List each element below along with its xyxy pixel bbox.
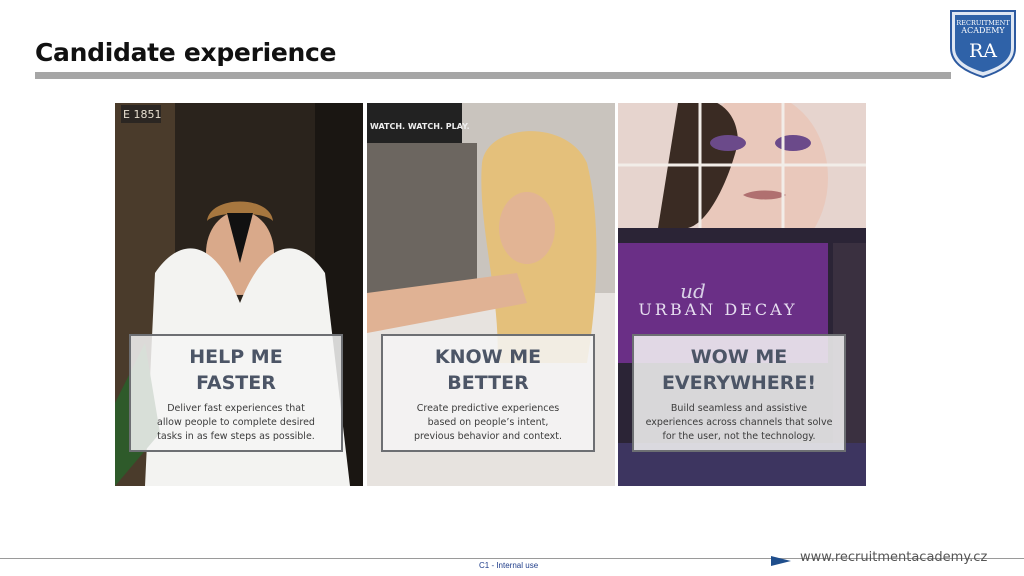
caption-box-know: KNOW ME BETTER Create predictive experie… <box>381 334 595 452</box>
arrow-right-icon <box>771 556 791 566</box>
panel-wow-me-everywhere: ud URBAN DECAY WOW ME EVERYWHERE! Build … <box>618 103 866 486</box>
panel-strip: E 1851 HELP ME FASTER Deliver fast exper… <box>115 103 866 486</box>
logo-monogram: RA <box>969 40 997 62</box>
caption-body: Build seamless and assistive experiences… <box>645 403 833 442</box>
caption-body: Deliver fast experiences that allow peop… <box>157 403 315 442</box>
website-url: www.recruitmentacademy.cz <box>800 550 988 565</box>
brand-sign: URBAN DECAY <box>638 300 797 319</box>
caption-heading: HELP ME FASTER <box>189 346 283 394</box>
page-title: Candidate experience <box>35 38 337 67</box>
recruitment-academy-logo: RECRUITMENT ACADEMY RA <box>950 10 1016 78</box>
caption-body: Create predictive experiences based on p… <box>413 403 563 442</box>
sign-watch-play: WATCH. WATCH. PLAY. <box>370 122 470 131</box>
caption-box-help: HELP ME FASTER Deliver fast experiences … <box>129 334 343 452</box>
panel-help-me-faster: E 1851 HELP ME FASTER Deliver fast exper… <box>115 103 363 486</box>
caption-heading: WOW ME EVERYWHERE! <box>661 346 817 394</box>
title-underline <box>35 72 951 79</box>
logo-line2: ACADEMY <box>960 26 1005 35</box>
sign-1851: E 1851 <box>123 108 161 121</box>
caption-box-wow: WOW ME EVERYWHERE! Build seamless and as… <box>632 334 846 452</box>
caption-heading: KNOW ME BETTER <box>434 346 542 394</box>
classification-label: C1 - Internal use <box>479 561 539 570</box>
panel-know-me-better: WATCH. WATCH. PLAY. KNOW ME BETTER Creat… <box>367 103 615 486</box>
